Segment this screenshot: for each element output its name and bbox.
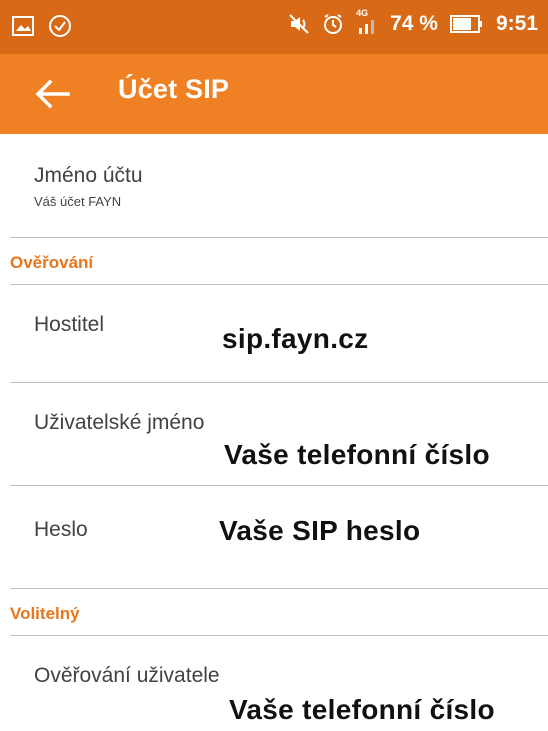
password-row[interactable]: Heslo Vaše SIP heslo	[0, 486, 548, 588]
divider	[10, 588, 548, 589]
username-annotation: Vaše telefonní číslo	[224, 439, 490, 470]
battery-icon	[449, 14, 484, 34]
username-label: Uživatelské jméno	[34, 411, 205, 434]
image-icon	[12, 16, 34, 36]
account-name-summary: Váš účet FAYN	[34, 194, 122, 209]
network-type: 4G	[356, 8, 369, 18]
account-name-label: Jméno účtu	[34, 164, 143, 187]
password-annotation: Vaše SIP heslo	[219, 515, 421, 546]
section-header-auth: Ověřování	[10, 253, 94, 272]
host-annotation: sip.fayn.cz	[222, 323, 369, 354]
signal-icon: 4G	[356, 8, 378, 36]
auth-user-row[interactable]: Ověřování uživatele Vaše telefonní číslo	[0, 636, 548, 731]
page-title: Účet SIP	[118, 74, 230, 104]
app-bar: Účet SIP	[0, 54, 548, 134]
clock: 9:51	[495, 12, 538, 35]
divider	[10, 237, 548, 238]
password-label: Heslo	[34, 518, 88, 541]
status-bar: 4G 74 % 9:51	[0, 0, 548, 54]
account-name-row[interactable]: Jméno účtu Váš účet FAYN	[0, 134, 548, 237]
host-row[interactable]: Hostitel sip.fayn.cz	[0, 285, 548, 382]
host-label: Hostitel	[34, 313, 105, 336]
battery-percent: 74 %	[390, 12, 438, 35]
arrow-back-icon[interactable]	[34, 78, 70, 110]
auth-user-annotation: Vaše telefonní číslo	[229, 694, 495, 725]
auth-user-label: Ověřování uživatele	[34, 664, 220, 687]
section-header-optional: Volitelný	[10, 604, 80, 623]
alarm-icon	[322, 13, 344, 35]
username-row[interactable]: Uživatelské jméno Vaše telefonní číslo	[0, 383, 548, 485]
mute-icon	[288, 13, 310, 35]
check-circle-icon	[48, 14, 72, 38]
